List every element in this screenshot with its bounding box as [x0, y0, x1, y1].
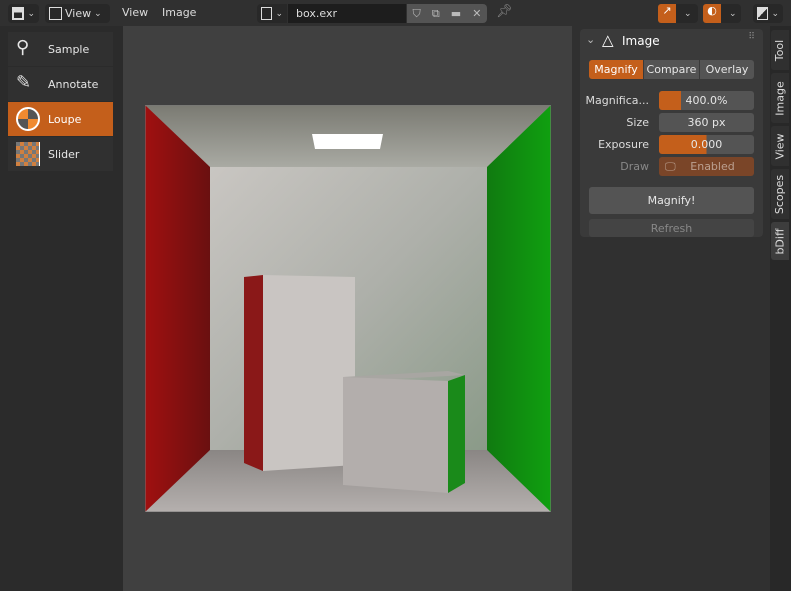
draw-label: Draw — [620, 160, 649, 173]
drag-handle-icon[interactable]: ⠿ — [748, 32, 755, 42]
sidebar-tabs: Tool Image View Scopes bDiff — [770, 26, 791, 591]
magnification-slider[interactable]: 400.0% — [659, 91, 754, 110]
size-field[interactable]: 360 px — [659, 113, 754, 132]
overlay-icon: ◐ — [703, 4, 721, 23]
image-viewport[interactable] — [123, 26, 572, 591]
draw-toggle[interactable]: 🖵︎ Enabled — [659, 157, 754, 176]
close-icon[interactable]: ✕ — [472, 7, 481, 20]
tab-image[interactable]: Image — [771, 73, 789, 123]
display-channels-button[interactable]: ⌄ — [753, 4, 783, 23]
chevron-down-icon: ⌄ — [586, 33, 596, 46]
image-icon — [261, 7, 273, 20]
tall-box-front — [263, 275, 355, 471]
ceiling-light — [312, 134, 383, 149]
tool-loupe[interactable]: Loupe — [8, 102, 113, 136]
size-label: Size — [626, 116, 649, 129]
open-folder-icon[interactable]: ▬ — [451, 7, 461, 20]
menu-image[interactable]: Image — [162, 6, 196, 19]
monitor-icon: 🖵︎ — [665, 159, 676, 173]
fake-user-shield-icon[interactable]: ⛉ — [413, 7, 421, 21]
magnify-button[interactable]: Magnify! — [589, 187, 754, 214]
image-browse-button[interactable]: ⌄ — [257, 4, 287, 23]
tab-bdiff[interactable]: bDiff — [771, 222, 789, 260]
duplicate-icon[interactable]: ⧉ — [432, 7, 440, 21]
annotate-pencil-icon: ✎ — [16, 72, 32, 93]
gizmo-toggle[interactable]: ↗ ⌄ — [658, 4, 698, 23]
rendered-image-box-exr — [145, 105, 551, 512]
image-triangle-icon: △ — [602, 31, 614, 49]
tab-overlay[interactable]: Overlay — [700, 60, 754, 79]
chevron-down-icon: ⌄ — [27, 8, 35, 19]
image-editor-icon — [12, 7, 25, 20]
slider-icon — [16, 142, 40, 166]
header: ⌄ View ⌄ View Image ⌄ box.exr ⛉ ⧉ ▬ ✕ 📌︎ ↗ ⌄ … — [0, 0, 791, 26]
tool-annotate[interactable]: ✎ Annotate — [8, 67, 113, 101]
view-mode-button[interactable]: View ⌄ — [45, 4, 110, 23]
image-icon — [49, 7, 62, 20]
cube-side — [448, 375, 465, 493]
pin-icon[interactable]: 📌︎ — [496, 4, 513, 19]
display-channels-icon — [757, 7, 769, 20]
tab-magnify[interactable]: Magnify — [589, 60, 643, 79]
exposure-label: Exposure — [598, 138, 649, 151]
cube-front — [343, 377, 448, 493]
overlay-toggle[interactable]: ◐ ⌄ — [703, 4, 741, 23]
green-wall — [487, 105, 551, 512]
loupe-icon — [16, 107, 40, 131]
gizmo-icon: ↗ — [658, 4, 676, 23]
magnification-label: Magnifica... — [585, 94, 649, 107]
eyedropper-icon: ⚲ — [16, 37, 30, 58]
menu-view[interactable]: View — [122, 6, 148, 19]
tool-sample[interactable]: ⚲ Sample — [8, 32, 113, 66]
sidebar: ⌄ △ Image ⠿ Magnify Compare Overlay Magn… — [572, 26, 770, 591]
exposure-slider[interactable]: 0.000 — [659, 135, 754, 154]
panel-header[interactable]: ⌄ △ Image ⠿ — [580, 29, 763, 52]
tab-scopes[interactable]: Scopes — [771, 169, 789, 219]
tab-view[interactable]: View — [771, 126, 789, 166]
refresh-button[interactable]: Refresh — [589, 219, 754, 237]
tab-compare[interactable]: Compare — [644, 60, 699, 79]
tall-box-side — [244, 275, 263, 471]
red-wall — [145, 105, 210, 512]
image-name-field[interactable]: box.exr — [288, 4, 406, 23]
editor-type-button[interactable]: ⌄ — [8, 4, 39, 23]
tool-slider[interactable]: Slider — [8, 137, 113, 171]
tab-tool[interactable]: Tool — [771, 30, 789, 70]
panel-title: Image — [622, 34, 660, 48]
toolbar: ⚲ Sample ✎ Annotate Loupe Slider — [0, 26, 123, 591]
